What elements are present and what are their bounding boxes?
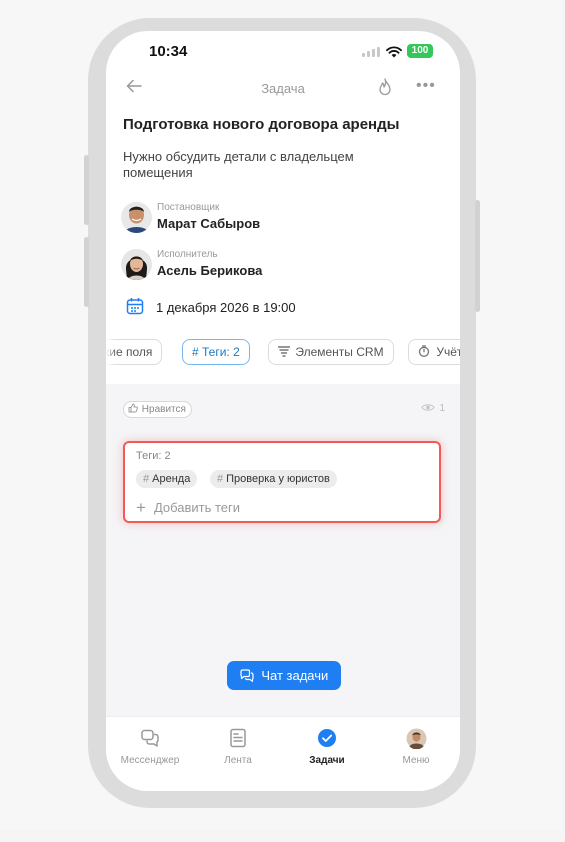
add-tags-button[interactable]: + Добавить теги — [136, 498, 240, 518]
like-button[interactable]: Нравится — [123, 401, 192, 418]
tabs-fade — [106, 339, 116, 367]
tab-tags[interactable]: # Теги: 2 — [182, 339, 250, 365]
menu-avatar-icon — [372, 727, 460, 749]
tab-label: Учёт — [436, 345, 460, 359]
tasks-check-icon — [283, 727, 371, 749]
tag-label: Проверка у юристов — [226, 473, 330, 485]
tab-time-tracking[interactable]: Учёт — [408, 339, 460, 365]
tags-card-header: Теги: 2 — [136, 450, 171, 462]
nav-label: Мессенджер — [120, 755, 180, 766]
tabs-row: кие поля # Теги: 2 Элементы CRM Учёт — [106, 339, 460, 367]
phone-screen: 10:34 100 Задача ••• Подготовка нового д… — [106, 31, 460, 791]
hash-icon: # — [217, 473, 224, 485]
like-label: Нравится — [141, 404, 186, 415]
task-title: Подготовка нового договора аренды — [123, 116, 400, 133]
nav-label: Задачи — [309, 755, 345, 766]
nav-item-feed[interactable]: Лента — [194, 727, 282, 766]
tab-label: Элементы CRM — [295, 345, 384, 359]
tab-crm-elements[interactable]: Элементы CRM — [268, 339, 394, 365]
views-count: 1 — [439, 403, 445, 414]
assignee-row[interactable]: Исполнитель Асель Берикова — [121, 249, 421, 283]
messenger-icon — [106, 727, 194, 749]
battery-indicator: 100 — [407, 44, 433, 58]
tag-label: Аренда — [152, 473, 191, 485]
creator-role-label: Постановщик — [157, 202, 220, 213]
chat-bubbles-icon — [240, 668, 262, 683]
bottom-navigation: Мессенджер Лента Задачи Меню — [106, 716, 460, 791]
phone-side-button-left-2 — [84, 237, 89, 307]
deadline-text: 1 декабря 2026 в 19:00 — [156, 300, 296, 315]
assignee-name: Асель Берикова — [157, 263, 263, 278]
feed-icon — [194, 727, 282, 749]
views-counter: 1 — [421, 403, 445, 414]
tags-card: Теги: 2 # Аренда # Проверка у юристов + Доб… — [123, 441, 441, 523]
hash-icon: # — [143, 473, 150, 485]
status-bar: 10:34 100 — [106, 31, 460, 75]
nav-label: Меню — [402, 755, 430, 766]
thumbs-up-icon — [128, 403, 142, 415]
creator-row[interactable]: Постановщик Марат Сабыров — [121, 202, 421, 236]
nav-item-menu[interactable]: Меню — [372, 727, 460, 766]
task-description: Нужно обсудить детали с владельцем помещ… — [123, 149, 354, 180]
task-chat-button[interactable]: Чат задачи — [227, 661, 341, 690]
chat-button-label: Чат задачи — [261, 668, 329, 683]
nav-item-messenger[interactable]: Мессенджер — [106, 727, 194, 766]
add-tags-label: Добавить теги — [153, 500, 241, 515]
phone-side-button-left-1 — [84, 155, 89, 225]
phone-side-button-right — [475, 200, 480, 312]
creator-name: Марат Сабыров — [157, 216, 261, 231]
crm-funnel-icon — [277, 345, 295, 359]
assignee-role-label: Исполнитель — [157, 249, 218, 260]
tag-chip[interactable]: # Проверка у юристов — [210, 470, 337, 488]
nav-label: Лента — [224, 755, 252, 766]
assignee-avatar — [121, 249, 152, 280]
calendar-icon — [126, 297, 144, 320]
nav-item-tasks[interactable]: Задачи — [283, 727, 371, 766]
more-options-icon[interactable]: ••• — [416, 77, 436, 95]
tag-chip[interactable]: # Аренда — [136, 470, 198, 488]
plus-icon: + — [136, 498, 146, 517]
stopwatch-icon — [418, 345, 436, 359]
creator-avatar — [121, 202, 152, 233]
page-title: Задача — [261, 81, 305, 96]
eye-icon — [421, 403, 440, 414]
tab-label: # Теги: 2 — [192, 345, 240, 359]
flame-icon[interactable] — [378, 78, 392, 101]
cellular-signal-icon — [362, 47, 380, 57]
top-bar: Задача ••• — [106, 75, 460, 103]
status-time: 10:34 — [149, 43, 188, 60]
wifi-icon — [386, 45, 402, 63]
